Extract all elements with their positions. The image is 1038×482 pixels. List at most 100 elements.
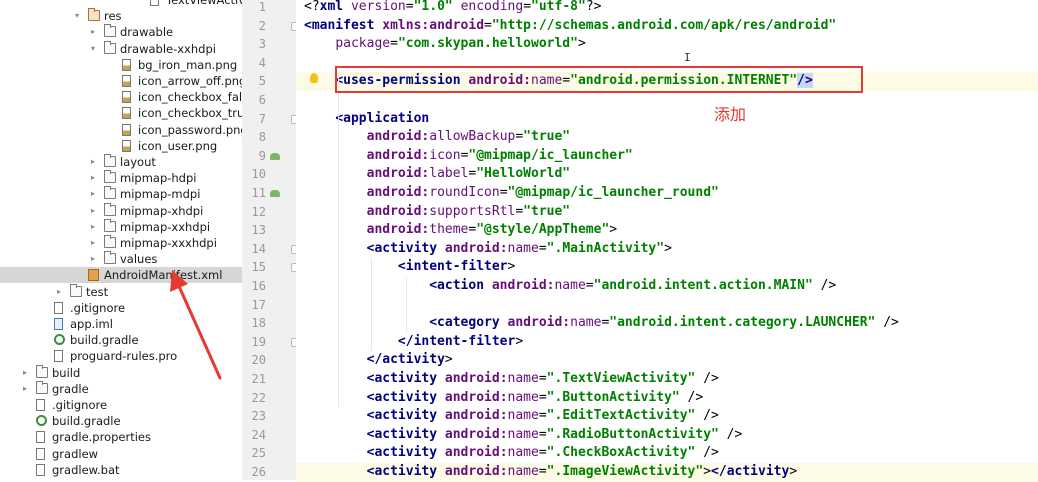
chevron-right-icon[interactable]: ▸: [88, 235, 98, 251]
folder-icon: [104, 40, 116, 54]
code-line[interactable]: <action android:name="android.intent.act…: [296, 277, 1038, 296]
chevron-right-icon[interactable]: ▸: [88, 170, 98, 186]
tree-item-label: icon_password.png: [138, 122, 242, 137]
folder-icon: [36, 364, 48, 378]
tree-item-label: mipmap-xxxhdpi: [120, 236, 217, 250]
tree-item-label: icon_checkbox_true.png: [138, 106, 242, 121]
tree-item[interactable]: ▸ test: [0, 283, 242, 300]
tree-item[interactable]: ▸ mipmap-xxhdpi: [0, 218, 242, 235]
line-number: 14: [251, 241, 266, 256]
tree-item[interactable]: gradlew.bat: [0, 462, 242, 478]
line-number: 20: [251, 353, 266, 368]
chevron-right-icon[interactable]: ▸: [20, 381, 30, 397]
code-line[interactable]: </intent-filter>: [296, 333, 1038, 352]
indent-guide: [406, 277, 407, 333]
line-number: 4: [258, 55, 266, 70]
code-line[interactable]: </activity>: [296, 351, 1038, 370]
tree-item[interactable]: gradle.properties: [0, 429, 242, 445]
tree-item[interactable]: ▸ drawable: [0, 24, 242, 40]
chevron-down-icon[interactable]: ▾: [72, 8, 82, 24]
xml-file-icon: [88, 269, 99, 282]
text-cursor-icon: I: [684, 51, 691, 64]
tree-item[interactable]: app.iml: [0, 316, 242, 332]
folder-icon: [104, 251, 116, 265]
code-line[interactable]: <?xml version="1.0" encoding="utf-8"?>: [296, 0, 1038, 17]
file-icon: [54, 301, 63, 314]
chevron-right-icon[interactable]: ▸: [54, 284, 64, 300]
tree-item[interactable]: TextViewActivity: [0, 0, 242, 8]
tree-item[interactable]: .gitignore: [0, 300, 242, 316]
code-line[interactable]: <activity android:name=".RadioButtonActi…: [296, 426, 1038, 445]
gradle-icon: [36, 415, 47, 427]
code-line[interactable]: <application: [296, 110, 1038, 129]
android-resource-icon[interactable]: [270, 190, 280, 197]
tree-item[interactable]: ▸ values: [0, 251, 242, 267]
code-line[interactable]: android:roundIcon="@mipmap/ic_launcher_r…: [296, 184, 1038, 203]
line-number: 19: [251, 334, 266, 349]
code-line[interactable]: <activity android:name=".ImageViewActivi…: [296, 463, 1038, 482]
line-number: 5: [258, 74, 266, 89]
code-line[interactable]: [296, 91, 1038, 110]
chevron-down-icon[interactable]: ▾: [88, 41, 98, 57]
code-line[interactable]: android:label="HelloWorld": [296, 165, 1038, 184]
tree-item[interactable]: ▸ layout: [0, 154, 242, 170]
chevron-right-icon[interactable]: ▸: [88, 219, 98, 235]
line-number: 10: [251, 167, 266, 182]
tree-item-label: mipmap-mdpi: [120, 187, 201, 202]
tree-item[interactable]: .gitignore: [0, 397, 242, 413]
tree-item[interactable]: build.gradle: [0, 413, 242, 429]
tree-item[interactable]: icon_checkbox_false.png: [0, 89, 242, 105]
line-number: 18: [251, 316, 266, 331]
code-line[interactable]: <activity android:name=".TextViewActivit…: [296, 370, 1038, 389]
folder-icon: [104, 170, 116, 184]
code-line[interactable]: package="com.skypan.helloworld">: [296, 35, 1038, 54]
lightbulb-icon[interactable]: [310, 73, 318, 83]
line-number: 12: [251, 204, 266, 219]
code-line[interactable]: android:allowBackup="true": [296, 128, 1038, 147]
folder-icon: [104, 235, 116, 248]
chevron-right-icon[interactable]: ▸: [88, 203, 98, 219]
chevron-right-icon[interactable]: ▸: [20, 365, 30, 381]
code-line[interactable]: <manifest xmlns:android="http://schemas.…: [296, 17, 1038, 36]
tree-item[interactable]: ▸ mipmap-mdpi: [0, 186, 242, 202]
tree-item[interactable]: icon_arrow_off.png: [0, 73, 242, 89]
code-line[interactable]: android:icon="@mipmap/ic_launcher": [296, 147, 1038, 166]
tree-item[interactable]: proguard-rules.pro: [0, 348, 242, 364]
code-line[interactable]: android:supportsRtl="true": [296, 203, 1038, 222]
project-tree-panel: TextViewActivity ▾ res ▸ drawable ▾ drawable-x…: [0, 0, 242, 480]
tree-item[interactable]: build.gradle: [0, 332, 242, 348]
tree-item[interactable]: icon_user.png: [0, 138, 242, 154]
tree-item-label: layout: [120, 155, 156, 169]
tree-item[interactable]: ▸ gradle: [0, 380, 242, 397]
android-resource-icon[interactable]: [270, 152, 280, 160]
code-line[interactable]: [296, 296, 1038, 315]
code-line[interactable]: <activity android:name=".CheckBoxActivit…: [296, 444, 1038, 463]
chevron-right-icon[interactable]: ▸: [88, 186, 98, 202]
code-line[interactable]: <activity android:name=".MainActivity">: [296, 240, 1038, 259]
tree-item[interactable]: gradlew: [0, 446, 242, 462]
line-number: 22: [251, 390, 266, 405]
chevron-right-icon[interactable]: ▸: [88, 24, 98, 40]
code-line[interactable]: android:theme="@style/AppTheme">: [296, 221, 1038, 240]
tree-item[interactable]: ▸ build: [0, 364, 242, 381]
tree-item[interactable]: bg_iron_man.png: [0, 57, 242, 73]
chevron-right-icon[interactable]: ▸: [88, 154, 98, 170]
tree-item-label: build.gradle: [52, 414, 121, 429]
code-line[interactable]: <intent-filter>: [296, 258, 1038, 277]
tree-item[interactable]: icon_checkbox_true.png: [0, 105, 242, 121]
line-number: 2: [258, 18, 266, 33]
tree-item[interactable]: icon_password.png: [0, 122, 242, 138]
code-line[interactable]: <activity android:name=".ButtonActivity"…: [296, 389, 1038, 408]
tree-item[interactable]: ▾ drawable-xxhdpi: [0, 40, 242, 57]
chevron-right-icon[interactable]: ▸: [88, 251, 98, 267]
file-icon: [36, 431, 45, 444]
module-file-icon: [54, 318, 63, 330]
code-line[interactable]: <activity android:name=".EditTextActivit…: [296, 407, 1038, 426]
tree-item-label: gradlew.bat: [52, 462, 120, 477]
code-line[interactable]: <category android:name="android.intent.c…: [296, 314, 1038, 333]
tree-item[interactable]: AndroidManifest.xml: [0, 267, 242, 284]
tree-item[interactable]: ▾ res: [0, 8, 242, 24]
tree-item[interactable]: ▸ mipmap-hdpi: [0, 170, 242, 186]
tree-item[interactable]: ▸ mipmap-xhdpi: [0, 202, 242, 219]
tree-item[interactable]: ▸ mipmap-xxxhdpi: [0, 235, 242, 251]
